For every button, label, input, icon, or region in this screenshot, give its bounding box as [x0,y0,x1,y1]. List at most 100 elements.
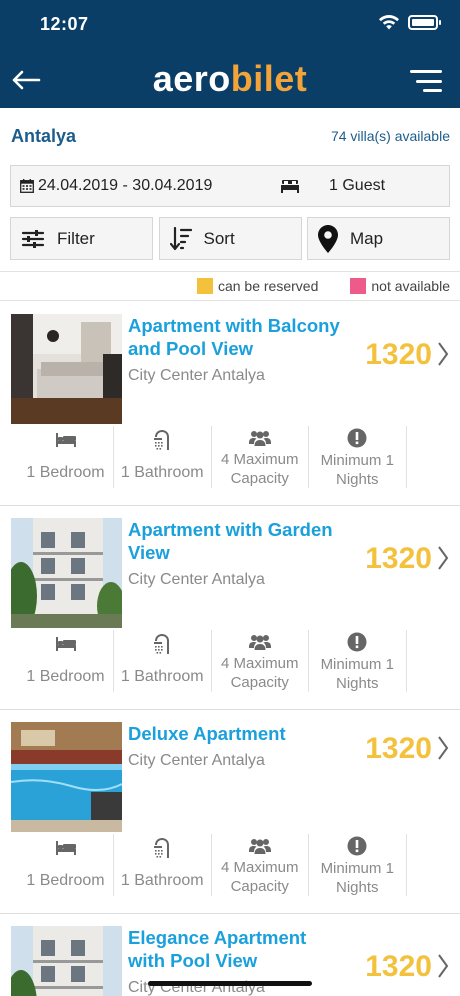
bed-icon [55,637,76,651]
group-icon [248,634,271,650]
feature-capacity: 4 Maximum Capacity [212,834,309,896]
listing-price: 1320 [365,338,432,371]
wifi-icon [379,14,399,30]
feature-bathroom: 1 Bathroom [114,426,212,488]
sort-icon [169,226,192,250]
group-icon [248,838,271,854]
min-nights-text: Minimum 1 Nights [320,452,394,488]
menu-button[interactable] [410,70,442,92]
sort-button[interactable]: Sort [158,217,302,260]
status-icons [378,14,441,30]
shower-icon [154,634,170,654]
bed-icon [55,841,76,855]
map-label: Map [350,228,384,248]
listing-location: City Center Antalya [128,571,265,588]
feature-bedroom: 1 Bedroom [18,630,114,692]
listing-title[interactable]: Apartment with Garden View [128,518,348,564]
listing-title[interactable]: Apartment with Balcony and Pool View [128,314,348,360]
guest-count-text: 1 Guest [329,177,386,194]
shower-icon [154,838,170,858]
group-icon [248,430,271,446]
legend-unavailable-label: not available [371,278,450,294]
listing-photo [11,518,122,628]
listing-photo [11,926,122,996]
alert-circle-icon [347,428,367,448]
listing-location: City Center Antalya [128,367,265,384]
logo-accent: bilet [230,58,308,99]
listing-features: 1 Bedroom 1 Bathroom 4 Maximum Capacity … [18,834,408,904]
bathroom-text: 1 Bathroom [120,872,204,889]
map-button[interactable]: Map [307,217,450,260]
search-summary[interactable]: 24.04.2019 - 30.04.2019 1 Guest [10,165,450,207]
legend-reservable: can be reserved [196,278,319,294]
feature-capacity: 4 Maximum Capacity [212,426,309,488]
listing-card[interactable]: Deluxe Apartment City Center Antalya 132… [0,710,460,914]
feature-min-nights: Minimum 1 Nights [309,834,407,896]
sliders-icon [21,229,45,248]
calendar-icon [20,179,34,193]
listing-price: 1320 [365,542,432,575]
filter-label: Filter [57,228,95,248]
aerobilet-logo: aerobilet [0,58,460,100]
menu-line-1 [410,70,442,73]
city-name: Antalya [11,125,77,146]
capacity-text: 4 Maximum Capacity [220,655,299,691]
listing-photo [11,722,122,832]
bedroom-text: 1 Bedroom [26,668,105,685]
location-row: Antalya 74 villa(s) available [0,108,460,164]
bedroom-text: 1 Bedroom [26,464,105,481]
chevron-right-icon[interactable] [436,544,450,572]
shower-icon [154,430,170,450]
availability-legend: can be reserved not available [0,271,460,301]
hotel-list-screen: 12:07 aerobilet Antalya 74 villa(s) avai… [0,0,460,996]
legend-swatch-pink [350,278,367,294]
min-nights-text: Minimum 1 Nights [320,656,394,692]
legend-swatch-yellow [196,278,213,294]
bedroom-text: 1 Bedroom [26,872,105,889]
feature-bathroom: 1 Bathroom [114,834,212,896]
legend-unavailable: not available [350,278,450,294]
feature-bedroom: 1 Bedroom [18,426,114,488]
menu-line-3 [422,89,442,92]
filter-button[interactable]: Filter [10,217,153,260]
bed-icon [55,433,76,447]
app-header: 12:07 aerobilet [0,0,460,108]
date-range[interactable]: 24.04.2019 - 30.04.2019 [11,177,281,195]
feature-capacity: 4 Maximum Capacity [212,630,309,692]
listing-location: City Center Antalya [128,752,265,769]
feature-bedroom: 1 Bedroom [18,834,114,896]
listing-features: 1 Bedroom 1 Bathroom 4 Maximum Capacity … [18,630,408,700]
status-time: 12:07 [40,14,89,34]
menu-line-2 [416,79,442,83]
action-bar: Filter Sort Map [10,217,450,260]
feature-bathroom: 1 Bathroom [114,630,212,692]
chevron-right-icon[interactable] [436,952,450,980]
listing-features: 1 Bedroom 1 Bathroom 4 Maximum Capacity … [18,426,408,496]
alert-circle-icon [347,632,367,652]
bathroom-text: 1 Bathroom [120,668,204,685]
availability-count: 74 villa(s) available [330,128,450,144]
listing-card[interactable]: Apartment with Garden View City Center A… [0,506,460,710]
bed-icon [281,180,299,193]
home-indicator [148,981,312,986]
capacity-text: 4 Maximum Capacity [220,451,299,487]
map-pin-icon [318,224,338,253]
listing-price: 1320 [365,950,432,983]
listing-photo [11,314,122,424]
listing-price: 1320 [365,732,432,765]
listing-title[interactable]: Elegance Apartment with Pool View [128,926,348,972]
date-range-text: 24.04.2019 - 30.04.2019 [38,177,213,194]
guest-count[interactable]: 1 Guest [281,177,385,195]
min-nights-text: Minimum 1 Nights [320,860,394,896]
capacity-text: 4 Maximum Capacity [220,859,299,895]
legend-reservable-label: can be reserved [217,278,319,294]
chevron-right-icon[interactable] [436,734,450,762]
alert-circle-icon [347,836,367,856]
feature-min-nights: Minimum 1 Nights [309,426,407,488]
chevron-right-icon[interactable] [436,340,450,368]
listing-card[interactable]: Apartment with Balcony and Pool View Cit… [0,302,460,506]
logo-primary: aero [152,58,231,99]
listing-title[interactable]: Deluxe Apartment [128,722,348,745]
sort-label: Sort [203,228,235,248]
battery-icon [408,14,441,30]
